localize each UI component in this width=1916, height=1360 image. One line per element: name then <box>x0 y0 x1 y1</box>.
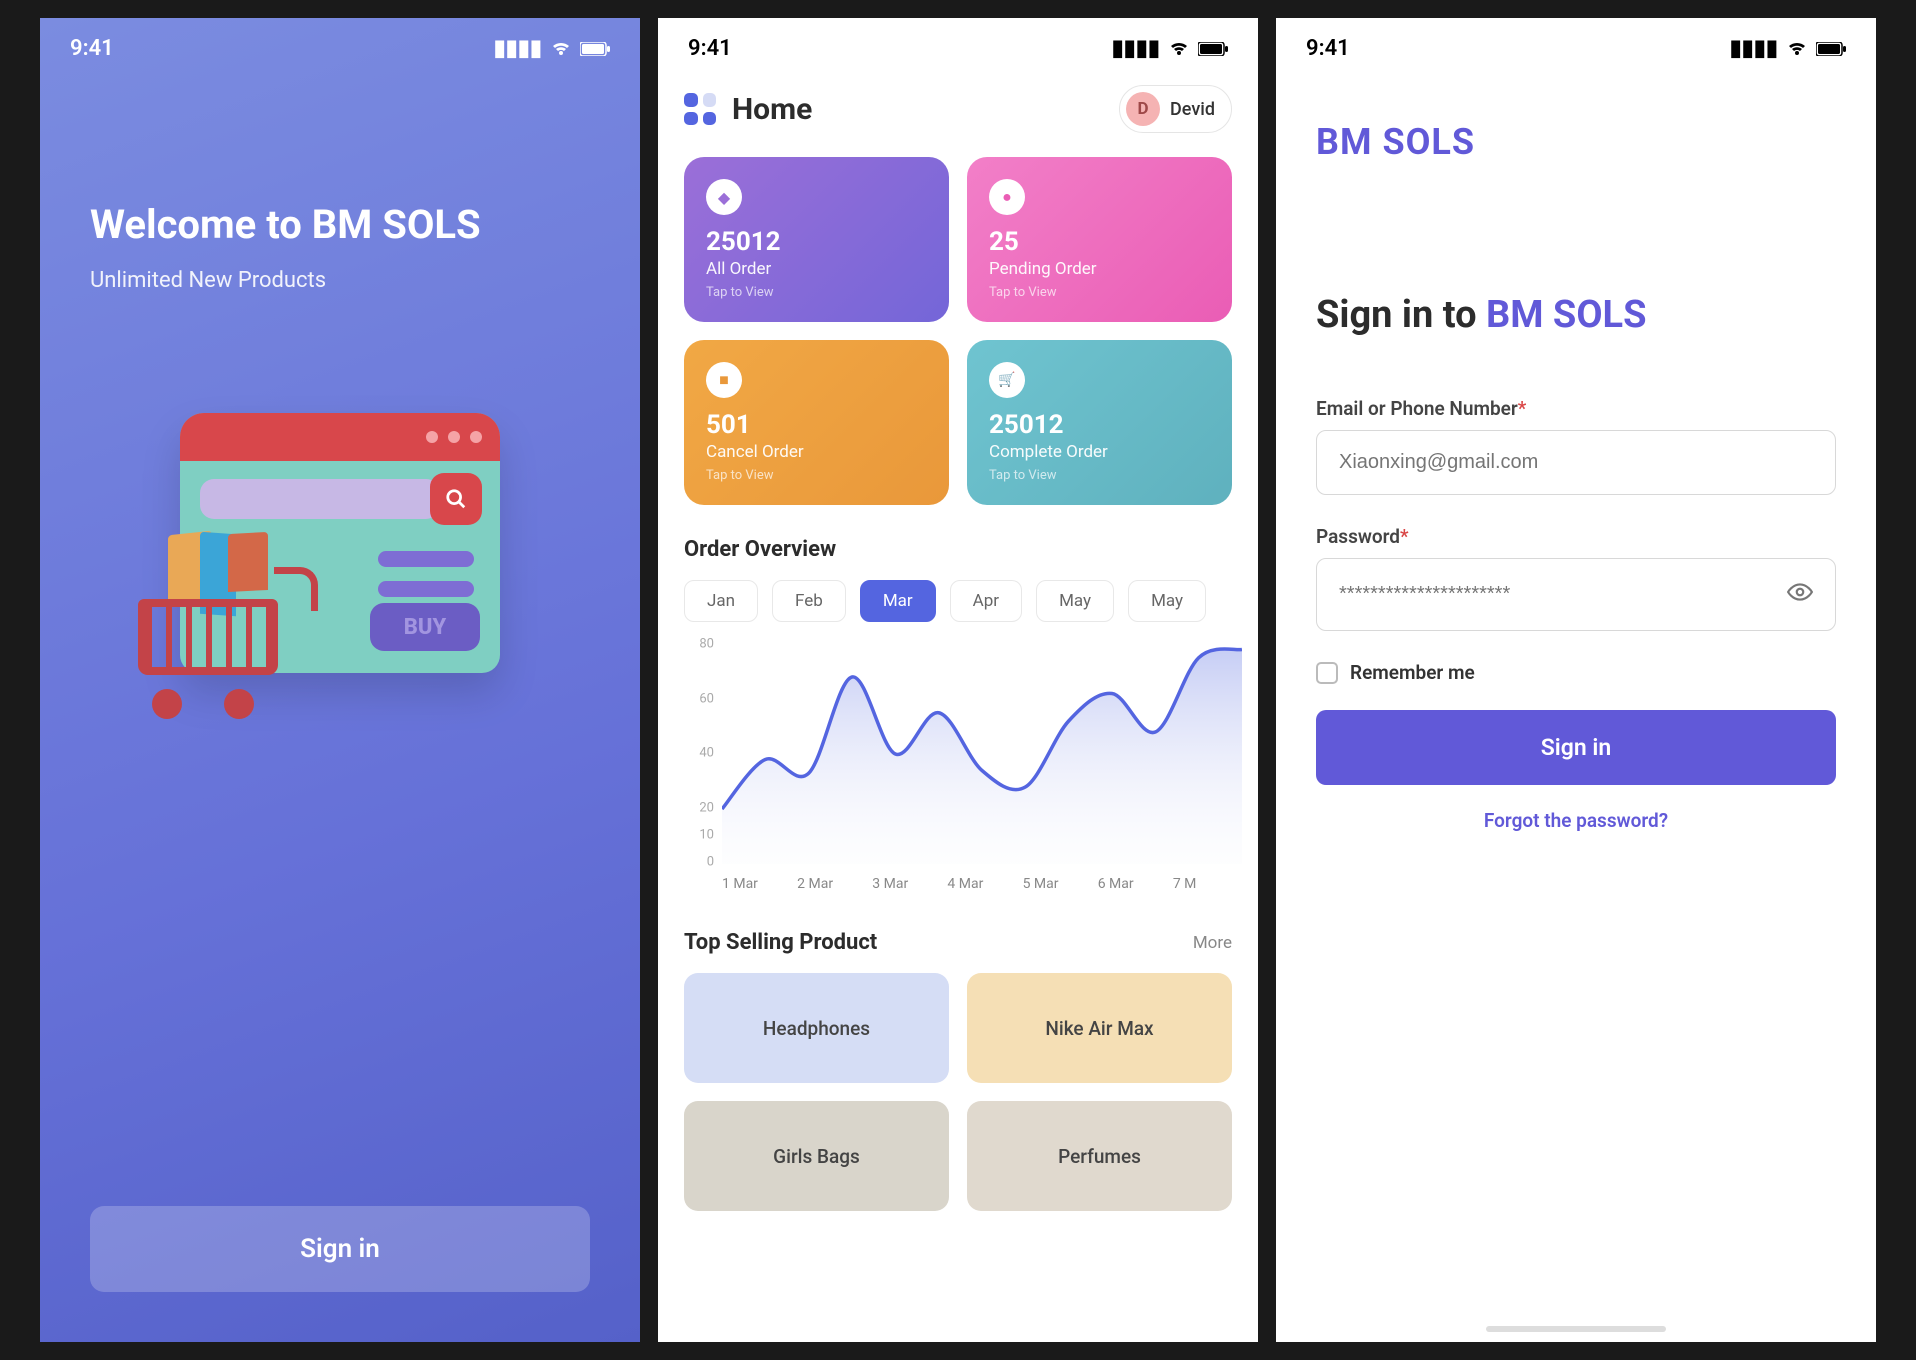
password-input[interactable] <box>1339 583 1787 606</box>
status-bar: 9:41 ▮▮▮▮ <box>1276 18 1876 71</box>
order-overview-chart: 01020406080 1 Mar2 Mar3 Mar4 Mar5 Mar6 M… <box>658 622 1258 892</box>
search-bar-illustration <box>200 479 440 519</box>
month-tab-apr[interactable]: Apr <box>950 580 1022 622</box>
email-input[interactable] <box>1339 451 1813 474</box>
signal-icon: ▮▮▮▮ <box>494 36 542 61</box>
card-value: 501 <box>706 410 927 440</box>
wifi-icon <box>550 41 572 57</box>
card-label: All Order <box>706 259 927 279</box>
card-icon: ■ <box>706 362 742 398</box>
signal-icon: ▮▮▮▮ <box>1112 36 1160 61</box>
product-card[interactable]: Perfumes <box>967 1101 1232 1211</box>
status-icons: ▮▮▮▮ <box>1112 36 1228 61</box>
complete-order-card[interactable]: 🛒 25012 Complete Order Tap to View <box>967 340 1232 505</box>
signin-title: Sign in to BM SOLS <box>1316 293 1836 337</box>
pending-order-card[interactable]: ● 25 Pending Order Tap to View <box>967 157 1232 322</box>
menu-grid-icon[interactable] <box>684 93 716 125</box>
card-value: 25 <box>989 227 1210 257</box>
status-bar: 9:41 ▮▮▮▮ <box>40 18 640 71</box>
welcome-illustration: BUY <box>40 413 640 793</box>
card-icon: ● <box>989 179 1025 215</box>
card-tap: Tap to View <box>989 468 1210 483</box>
card-tap: Tap to View <box>706 468 927 483</box>
top-selling-title: Top Selling Product <box>684 930 877 955</box>
status-icons: ▮▮▮▮ <box>1730 36 1846 61</box>
home-screen: 9:41 ▮▮▮▮ Home D Devid ◆ 25012 All Order… <box>658 18 1258 1342</box>
card-tap: Tap to View <box>989 285 1210 300</box>
product-card[interactable]: Girls Bags <box>684 1101 949 1211</box>
forgot-password-link[interactable]: Forgot the password? <box>1316 809 1836 832</box>
more-link[interactable]: More <box>1193 933 1232 953</box>
avatar: D <box>1126 92 1160 126</box>
password-field[interactable] <box>1316 558 1836 631</box>
card-icon: 🛒 <box>989 362 1025 398</box>
status-time: 9:41 <box>688 36 732 61</box>
email-label: Email or Phone Number* <box>1316 397 1836 420</box>
card-value: 25012 <box>706 227 927 257</box>
card-label: Complete Order <box>989 442 1210 462</box>
welcome-screen: 9:41 ▮▮▮▮ Welcome to BM SOLS Unlimited N… <box>40 18 640 1342</box>
signin-screen: 9:41 ▮▮▮▮ BM SOLS Sign in to BM SOLS Ema… <box>1276 18 1876 1342</box>
brand-logo: BM SOLS <box>1316 121 1836 163</box>
status-time: 9:41 <box>1306 36 1350 61</box>
month-tab-jan[interactable]: Jan <box>684 580 758 622</box>
cancel-order-card[interactable]: ■ 501 Cancel Order Tap to View <box>684 340 949 505</box>
status-icons: ▮▮▮▮ <box>494 36 610 61</box>
page-title: Home <box>732 92 812 127</box>
buy-button-illustration: BUY <box>370 603 480 651</box>
remember-checkbox[interactable] <box>1316 662 1338 684</box>
remember-label: Remember me <box>1350 661 1475 684</box>
battery-icon <box>1816 42 1846 56</box>
card-value: 25012 <box>989 410 1210 440</box>
home-indicator <box>1486 1326 1666 1332</box>
eye-icon[interactable] <box>1787 579 1813 610</box>
product-card[interactable]: Nike Air Max <box>967 973 1232 1083</box>
card-tap: Tap to View <box>706 285 927 300</box>
card-label: Cancel Order <box>706 442 927 462</box>
password-label: Password* <box>1316 525 1836 548</box>
month-tabs: Jan Feb Mar Apr May May <box>658 580 1258 622</box>
welcome-content: Welcome to BM SOLS Unlimited New Product… <box>40 71 640 293</box>
month-tab-mar[interactable]: Mar <box>860 580 936 622</box>
card-icon: ◆ <box>706 179 742 215</box>
welcome-subtitle: Unlimited New Products <box>90 268 590 293</box>
user-name: Devid <box>1170 99 1215 120</box>
wifi-icon <box>1168 41 1190 57</box>
order-overview-title: Order Overview <box>658 505 1258 580</box>
email-field[interactable] <box>1316 430 1836 495</box>
welcome-title: Welcome to BM SOLS <box>90 201 590 248</box>
month-tab-may[interactable]: May <box>1036 580 1114 622</box>
status-bar: 9:41 ▮▮▮▮ <box>658 18 1258 71</box>
search-button-illustration <box>430 473 482 525</box>
wifi-icon <box>1786 41 1808 57</box>
cart-illustration <box>124 543 314 723</box>
user-chip[interactable]: D Devid <box>1119 85 1232 133</box>
signin-button[interactable]: Sign in <box>90 1206 590 1292</box>
line-chart <box>722 644 1242 864</box>
status-time: 9:41 <box>70 36 114 61</box>
battery-icon <box>1198 42 1228 56</box>
month-tab-feb[interactable]: Feb <box>772 580 846 622</box>
signal-icon: ▮▮▮▮ <box>1730 36 1778 61</box>
month-tab-may[interactable]: May <box>1128 580 1206 622</box>
product-card[interactable]: Headphones <box>684 973 949 1083</box>
signin-submit-button[interactable]: Sign in <box>1316 710 1836 785</box>
battery-icon <box>580 42 610 56</box>
all-order-card[interactable]: ◆ 25012 All Order Tap to View <box>684 157 949 322</box>
card-label: Pending Order <box>989 259 1210 279</box>
